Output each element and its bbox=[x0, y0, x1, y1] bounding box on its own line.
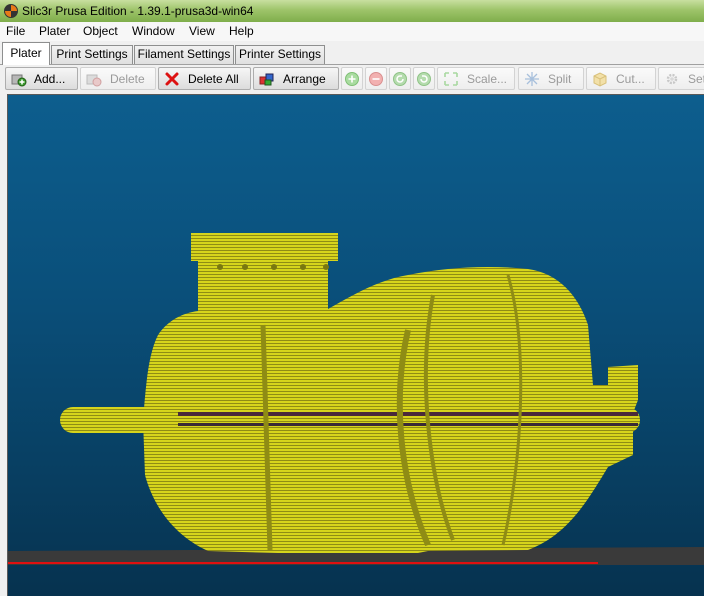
menu-view[interactable]: View bbox=[189, 24, 215, 38]
tab-printer-settings[interactable]: Printer Settings bbox=[235, 45, 325, 64]
arrange-button-label: Arrange bbox=[283, 72, 326, 86]
rotate-right-icon bbox=[417, 72, 431, 86]
minus-circle-icon bbox=[369, 72, 383, 86]
plater-toolbar: Add... Delete Delete All Arrange Scale..… bbox=[0, 65, 704, 93]
rotate-left-icon bbox=[393, 72, 407, 86]
model-slit-lower bbox=[178, 423, 638, 426]
tab-print-settings[interactable]: Print Settings bbox=[51, 45, 133, 64]
cut-button-label: Cut... bbox=[616, 72, 645, 86]
settings-button-label: Set bbox=[688, 72, 704, 86]
delete-button[interactable]: Delete bbox=[80, 67, 156, 90]
tab-filament-settings[interactable]: Filament Settings bbox=[134, 45, 234, 64]
model-slit bbox=[178, 412, 638, 416]
cross-icon bbox=[165, 72, 179, 86]
scale-arrows-icon bbox=[444, 72, 458, 86]
increase-instances-button[interactable] bbox=[341, 67, 363, 90]
menu-window[interactable]: Window bbox=[132, 24, 175, 38]
add-brick-icon bbox=[11, 74, 27, 87]
title-bar: Slic3r Prusa Edition - 1.39.1-prusa3d-wi… bbox=[0, 0, 704, 22]
model-scene bbox=[8, 233, 704, 565]
window-title: Slic3r Prusa Edition - 1.39.1-prusa3d-wi… bbox=[22, 4, 254, 18]
delete-all-button[interactable]: Delete All bbox=[158, 67, 251, 90]
decrease-instances-button[interactable] bbox=[365, 67, 387, 90]
3d-viewport[interactable] bbox=[7, 94, 704, 596]
menu-file[interactable]: File bbox=[6, 24, 25, 38]
rotate-cw-button[interactable] bbox=[413, 67, 435, 90]
menu-plater[interactable]: Plater bbox=[39, 24, 70, 38]
arrange-button[interactable]: Arrange bbox=[253, 67, 339, 90]
split-button[interactable]: Split bbox=[518, 67, 584, 90]
menu-object[interactable]: Object bbox=[83, 24, 118, 38]
sliced-model bbox=[60, 233, 640, 553]
split-icon bbox=[525, 72, 539, 86]
rotate-ccw-button[interactable] bbox=[389, 67, 411, 90]
tab-bar: Plater Print Settings Filament Settings … bbox=[0, 41, 704, 65]
arrange-bricks-icon bbox=[259, 73, 274, 86]
menu-help[interactable]: Help bbox=[229, 24, 254, 38]
plus-circle-icon bbox=[345, 72, 359, 86]
model-neck-body bbox=[198, 255, 328, 315]
scale-button-label: Scale... bbox=[467, 72, 508, 86]
delete-button-label: Delete bbox=[110, 72, 145, 86]
model-plate bbox=[60, 407, 640, 433]
cut-button[interactable]: Cut... bbox=[586, 67, 656, 90]
add-button[interactable]: Add... bbox=[5, 67, 78, 90]
gear-icon bbox=[666, 73, 678, 85]
menu-bar: File Plater Object Window View Help bbox=[0, 22, 704, 42]
tab-plater[interactable]: Plater bbox=[2, 42, 50, 65]
package-icon bbox=[593, 72, 607, 87]
split-button-label: Split bbox=[548, 72, 572, 86]
add-button-label: Add... bbox=[34, 72, 66, 86]
delete-all-button-label: Delete All bbox=[188, 72, 239, 86]
settings-button[interactable]: Set bbox=[658, 67, 704, 90]
scale-button[interactable]: Scale... bbox=[437, 67, 515, 90]
delete-brick-icon bbox=[86, 74, 102, 87]
slic3r-app-icon bbox=[4, 4, 18, 18]
